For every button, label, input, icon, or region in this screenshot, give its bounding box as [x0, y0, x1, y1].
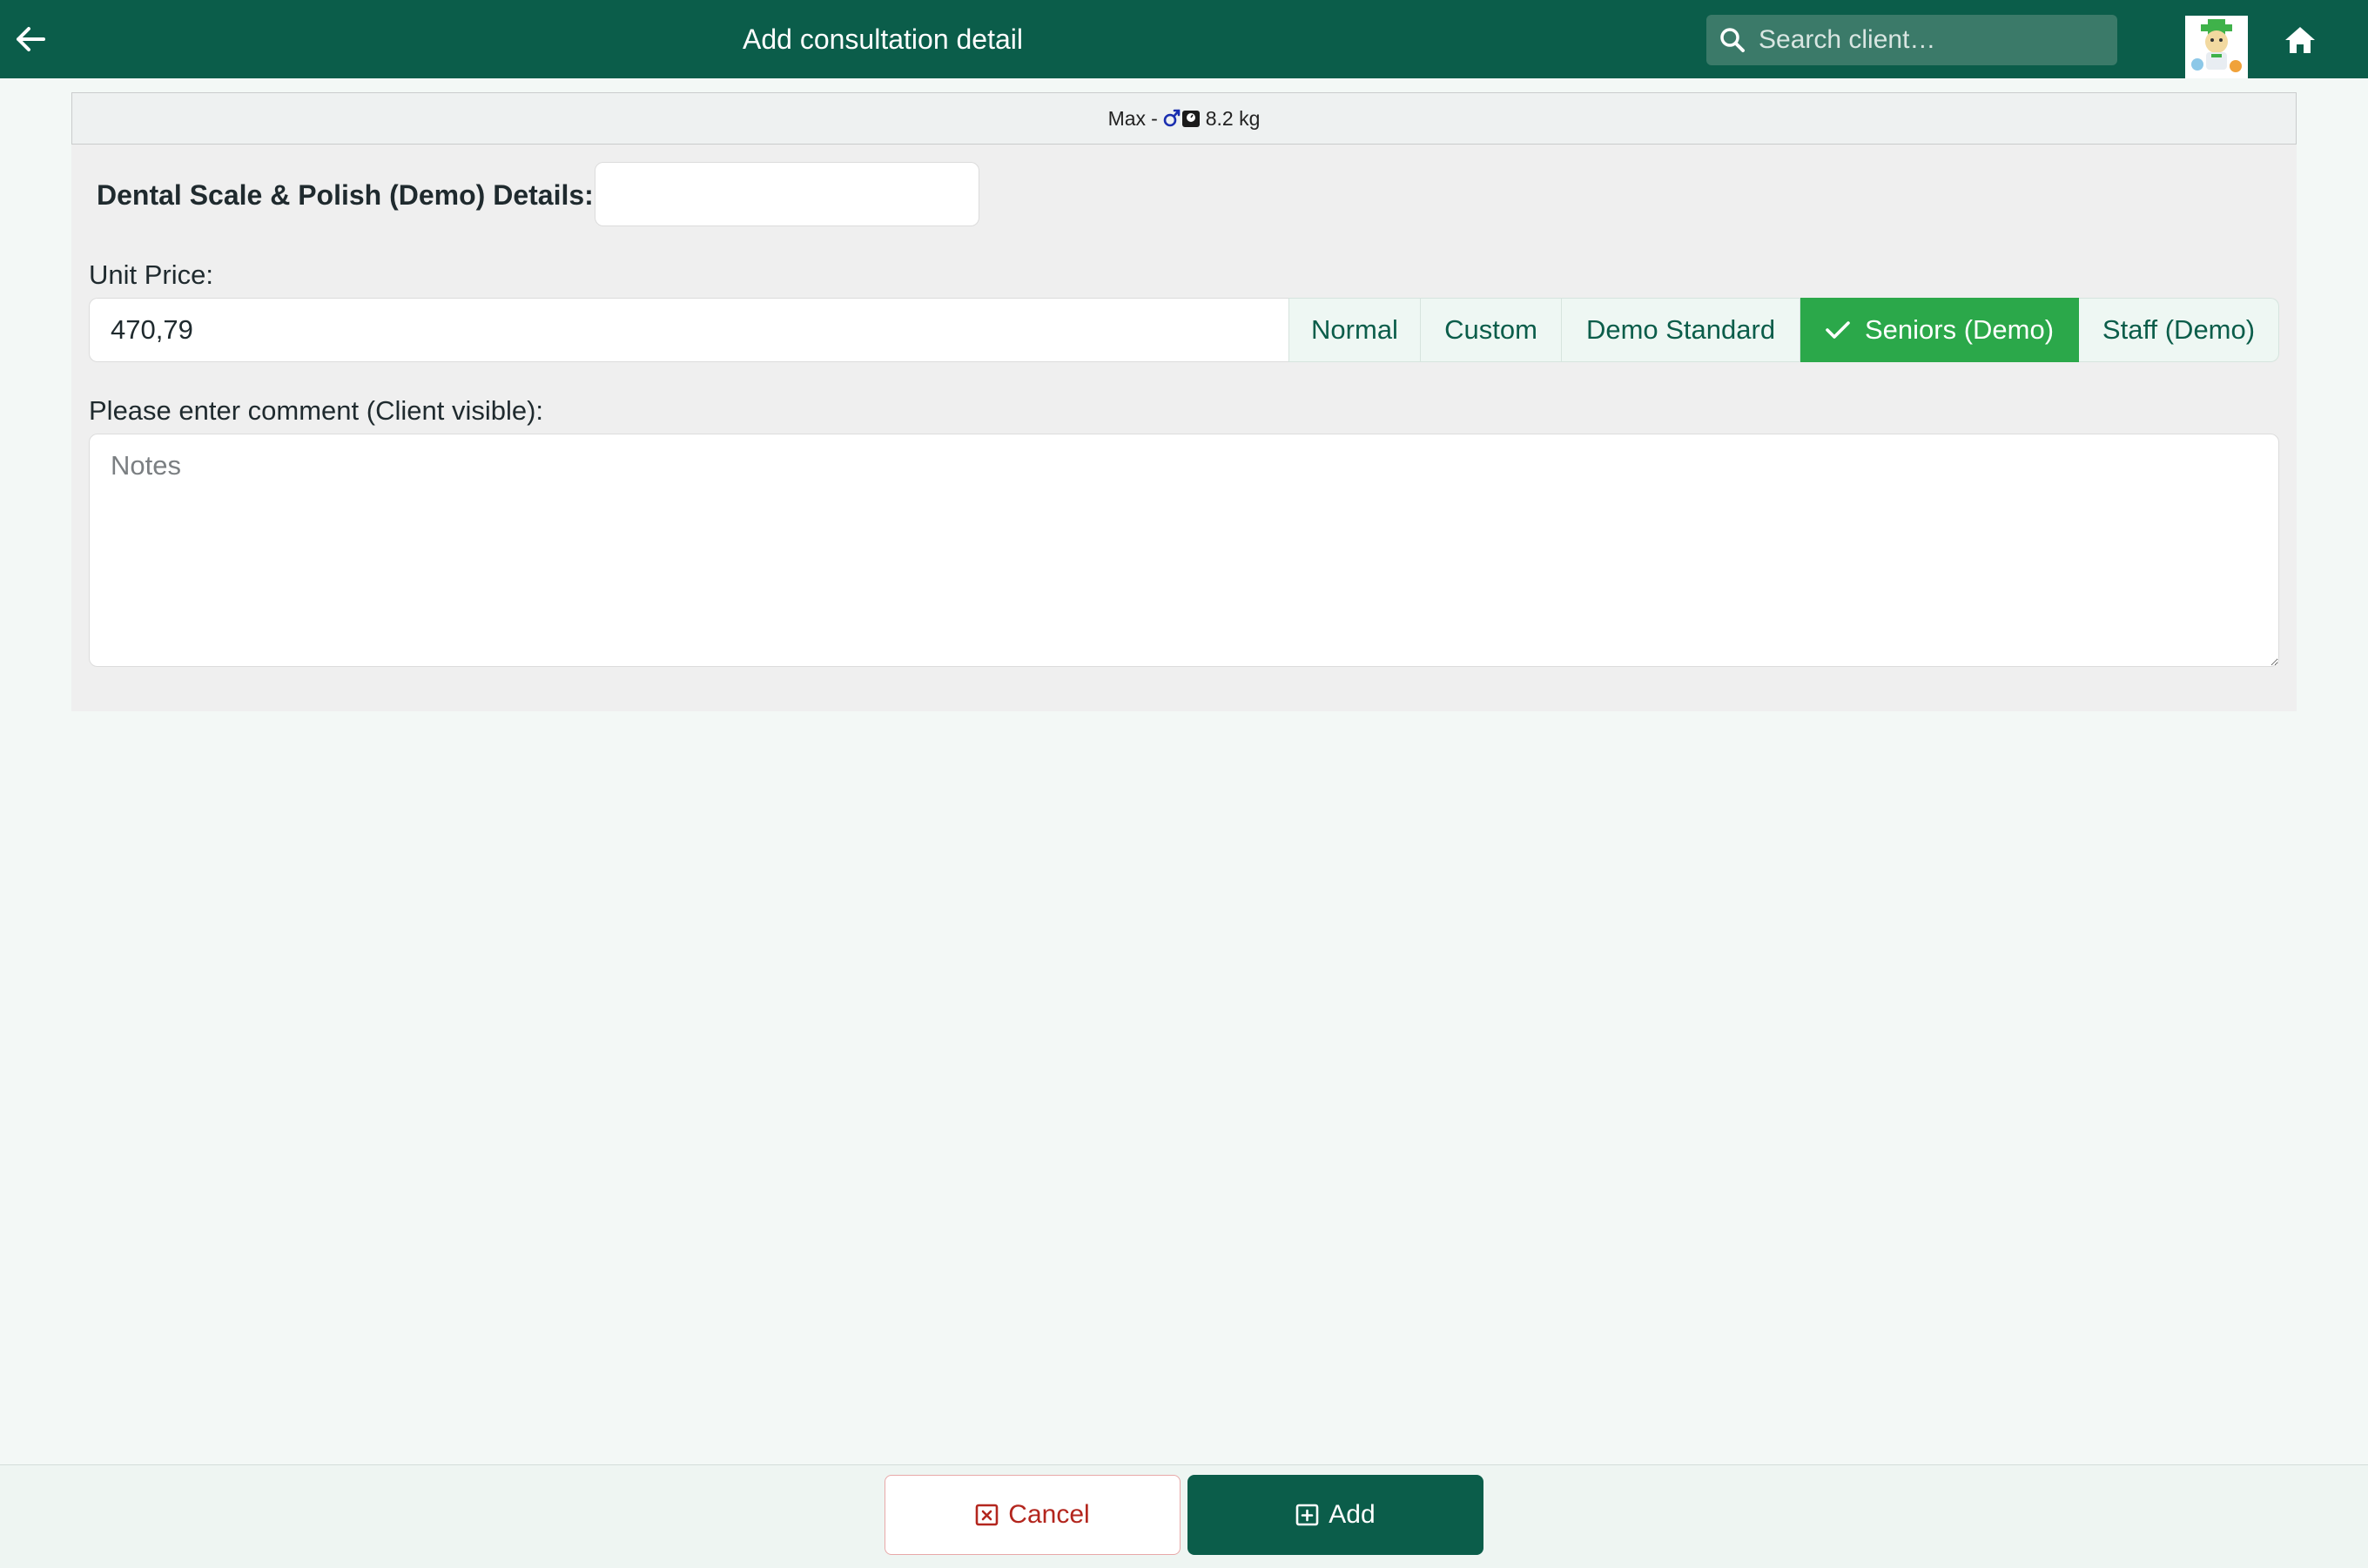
unit-price-label: Unit Price: [89, 259, 213, 290]
clinic-mascot-icon [2185, 16, 2248, 78]
price-option-normal[interactable]: Normal [1288, 298, 1421, 362]
patient-name: Max [1107, 106, 1147, 130]
cancel-button[interactable]: Cancel [885, 1475, 1181, 1555]
add-label: Add [1329, 1500, 1376, 1529]
cancel-label: Cancel [1008, 1500, 1090, 1529]
checkmark-icon [1825, 320, 1851, 340]
comment-label: Please enter comment (Client visible): [89, 395, 544, 426]
price-option-seniors-demo[interactable]: Seniors (Demo) [1800, 298, 2079, 362]
comment-textarea[interactable] [89, 434, 2279, 667]
price-option-label: Seniors (Demo) [1864, 314, 2055, 345]
top-app-bar: Add consultation detail [0, 0, 2368, 78]
patient-weight: 8.2 kg [1205, 106, 1261, 130]
patient-separator: - [1151, 106, 1158, 130]
consultation-detail-form: Max - 8.2 kg Dental Scale & Polish (Demo… [71, 92, 2297, 711]
close-box-icon [975, 1503, 999, 1527]
home-icon [2285, 27, 2315, 53]
details-label: Dental Scale & Polish (Demo) Details: [97, 179, 594, 211]
add-button[interactable]: Add [1187, 1475, 1483, 1555]
unit-price-input[interactable] [89, 298, 1288, 362]
action-footer: Cancel Add [0, 1464, 2368, 1568]
price-option-label: Staff (Demo) [2102, 314, 2256, 345]
search-input[interactable] [1759, 15, 2117, 65]
details-input[interactable] [595, 162, 979, 226]
male-symbol-icon [1163, 109, 1181, 127]
price-option-staff-demo[interactable]: Staff (Demo) [2079, 298, 2279, 362]
price-option-custom[interactable]: Custom [1421, 298, 1562, 362]
price-option-label: Custom [1444, 314, 1537, 345]
price-level-group: Normal Custom Demo Standard Seniors (Dem… [1288, 298, 2279, 362]
price-option-label: Normal [1311, 314, 1398, 345]
price-option-demo-standard[interactable]: Demo Standard [1562, 298, 1800, 362]
client-search[interactable] [1706, 15, 2117, 65]
search-icon [1706, 15, 1759, 65]
plus-box-icon [1295, 1503, 1320, 1527]
clinic-logo-avatar[interactable] [2185, 16, 2248, 78]
home-button[interactable] [2274, 17, 2326, 63]
page-title: Add consultation detail [743, 24, 1023, 55]
scale-icon [1181, 111, 1200, 127]
price-option-label: Demo Standard [1585, 314, 1776, 345]
patient-summary: Max - 8.2 kg [71, 92, 2297, 145]
